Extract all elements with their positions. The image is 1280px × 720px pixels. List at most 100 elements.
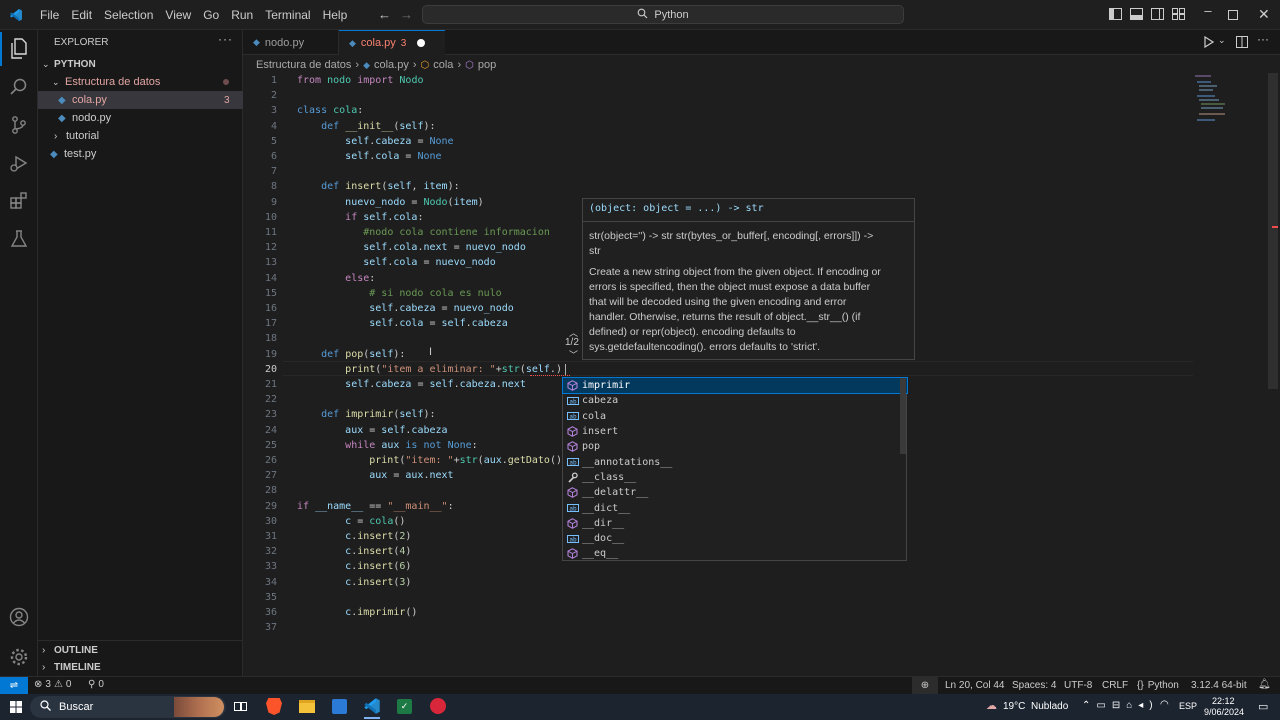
notification-center-icon[interactable]: ▭ [1258, 700, 1268, 713]
ports-indicator[interactable]: ⚲ 0 [88, 679, 104, 690]
back-arrow-icon[interactable]: ← [378, 7, 391, 22]
tree-item-nodo-py[interactable]: ◆ nodo.py [38, 109, 243, 127]
tab-label: nodo.py [264, 36, 305, 49]
more-actions-icon[interactable]: ··· [1257, 32, 1269, 46]
encoding[interactable]: UTF-8 [1064, 680, 1092, 691]
menu-selection[interactable]: Selection [98, 8, 159, 22]
split-editor-icon[interactable] [1236, 36, 1248, 51]
file-explorer-icon[interactable] [299, 700, 315, 713]
accounts-icon[interactable] [0, 598, 38, 636]
suggest-item-eq[interactable]: __eq__ [563, 546, 907, 561]
suggest-item-doc[interactable]: ab __doc__ [563, 531, 907, 546]
menu-run[interactable]: Run [225, 8, 259, 22]
overload-down-chevron-icon[interactable]: ﹀ [569, 348, 578, 361]
remote-indicator-icon[interactable]: ⇌ [0, 677, 28, 694]
line-number: 9 [270, 196, 277, 208]
wifi-icon[interactable]: ◠ [1160, 699, 1169, 710]
minimap[interactable] [1195, 73, 1265, 133]
menu-help[interactable]: Help [317, 8, 354, 22]
store-icon[interactable] [332, 699, 347, 714]
suggest-item-cola[interactable]: ab cola [563, 409, 907, 424]
task-view-icon[interactable] [234, 700, 247, 716]
command-center-search[interactable]: Python [422, 5, 904, 24]
zoom-icon[interactable]: ⊕ [912, 677, 938, 694]
vscode-taskbar-icon[interactable] [363, 697, 381, 718]
hover-doc-line: handler. Otherwise, returns the result o… [589, 311, 861, 323]
suggest-item-class[interactable]: __class__ [563, 470, 907, 485]
suggest-item-imprimir[interactable]: imprimir [562, 376, 908, 395]
brave-browser-icon[interactable] [266, 698, 282, 715]
taskbar-search-box[interactable]: Buscar [30, 696, 226, 718]
scrollbar-thumb[interactable] [1268, 73, 1278, 389]
run-dropdown-chevron-icon[interactable]: ⌄ [1218, 35, 1226, 46]
weather-condition[interactable]: Nublado [1031, 701, 1068, 712]
more-actions-icon[interactable]: ··· [218, 32, 233, 46]
weather-icon: ☁ [986, 700, 997, 712]
menu-go[interactable]: Go [197, 8, 225, 22]
breadcrumb-file[interactable]: cola.py [374, 59, 409, 71]
menu-edit[interactable]: Edit [65, 8, 98, 22]
cursor-position[interactable]: Ln 20, Col 44 [945, 680, 1005, 691]
suggest-item-dir[interactable]: __dir__ [563, 516, 907, 531]
menu-file[interactable]: File [34, 8, 65, 22]
maximize-icon[interactable] [1228, 9, 1238, 23]
line-number: 34 [264, 576, 277, 588]
search-icon[interactable] [0, 68, 38, 106]
testing-flask-icon[interactable] [0, 220, 38, 258]
timeline-section-header[interactable]: › TIMELINE [38, 658, 243, 676]
tree-item-estructura-de-datos[interactable]: ⌄ Estructura de datos [38, 73, 243, 91]
excel-icon[interactable]: ✓ [397, 699, 412, 714]
line-number: 6 [270, 151, 277, 162]
breadcrumb-folder[interactable]: Estructura de datos [256, 59, 351, 71]
run-debug-icon[interactable] [0, 144, 38, 182]
breadcrumb-class[interactable]: cola [433, 59, 453, 71]
toggle-panel-icon[interactable] [1130, 8, 1143, 23]
tab-nodo-py[interactable]: ◆ nodo.py [243, 30, 339, 55]
clock-date[interactable]: 9/06/2024 [1204, 707, 1244, 717]
menu-terminal[interactable]: Terminal [259, 8, 316, 22]
tree-item-test-py[interactable]: ◆ test.py [38, 145, 243, 163]
weather-temp[interactable]: 19°C [1003, 701, 1025, 712]
forward-arrow-icon[interactable]: → [400, 7, 413, 22]
suggest-item-cabeza[interactable]: ab cabeza [563, 393, 907, 408]
app-red-icon[interactable] [430, 698, 446, 714]
python-interpreter[interactable]: 3.12.4 64-bit [1191, 680, 1247, 691]
language-mode[interactable]: {} Python [1137, 680, 1179, 691]
problems-indicator[interactable]: ⊗ 3 ⚠ 0 [34, 679, 71, 690]
manage-gear-icon[interactable] [0, 638, 38, 676]
menu-view[interactable]: View [159, 8, 197, 22]
extensions-icon[interactable] [0, 182, 38, 220]
input-language[interactable]: ESP [1179, 701, 1197, 711]
activity-bar [0, 30, 38, 676]
tray-icons[interactable]: ⌃▭⊟⌂◂) [1082, 700, 1159, 711]
minimize-icon[interactable]: – [1196, 3, 1220, 18]
run-python-file-icon[interactable] [1204, 35, 1215, 51]
tree-item-tutorial[interactable]: › tutorial [38, 127, 243, 145]
folder-header-python[interactable]: ⌄ PYTHON [38, 55, 243, 73]
tab-cola-py[interactable]: ◆ cola.py 3 [339, 30, 445, 55]
toggle-secondary-sidebar-icon[interactable] [1151, 8, 1164, 23]
indentation[interactable]: Spaces: 4 [1012, 680, 1056, 691]
suggest-item-insert[interactable]: insert [563, 424, 907, 439]
toggle-sidebar-icon[interactable] [1109, 8, 1122, 23]
clock-time[interactable]: 22:12 [1212, 696, 1235, 706]
windows-start-icon[interactable] [10, 701, 22, 716]
close-icon[interactable]: ✕ [1258, 6, 1270, 23]
suggest-item-dict[interactable]: ab __dict__ [563, 500, 907, 515]
hover-doc-line: Create a new string object from the give… [589, 266, 881, 278]
suggest-item-label: pop [582, 441, 601, 453]
suggest-scrollbar[interactable] [900, 378, 906, 454]
code-line: self.cola = self.cabeza [369, 318, 508, 330]
end-of-line[interactable]: CRLF [1102, 680, 1128, 691]
breadcrumb-method[interactable]: pop [478, 59, 496, 71]
suggest-item-delattr[interactable]: __delattr__ [563, 485, 907, 500]
outline-section-header[interactable]: › OUTLINE [38, 641, 243, 659]
notifications-bell-icon[interactable]: 🔔︎ [1258, 679, 1271, 690]
unsaved-dot-icon[interactable] [417, 39, 426, 47]
source-control-icon[interactable] [0, 106, 38, 144]
customize-layout-icon[interactable] [1172, 8, 1185, 23]
suggest-item-pop[interactable]: pop [563, 439, 907, 454]
suggest-item-annotations[interactable]: ab __annotations__ [563, 455, 907, 470]
tree-item-cola-py[interactable]: ◆ cola.py 3 [38, 91, 243, 109]
explorer-icon[interactable] [0, 30, 38, 68]
